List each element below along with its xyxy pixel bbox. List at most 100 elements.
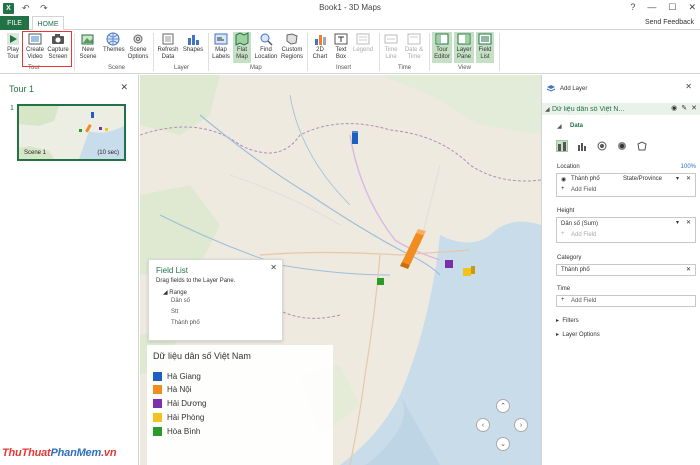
- scene-thumbnail[interactable]: Scene 1 (10 sec): [17, 104, 126, 161]
- window-title: Book1 - 3D Maps: [319, 3, 381, 12]
- plus-icon: +: [561, 186, 565, 192]
- layer-pane-button[interactable]: Layer Pane: [454, 32, 474, 63]
- column-hoa-binh[interactable]: [377, 278, 384, 285]
- bubble-icon[interactable]: [596, 140, 608, 152]
- field-list-range[interactable]: ◢ Range: [163, 289, 187, 296]
- scene-options-button[interactable]: Scene Options: [126, 32, 150, 61]
- add-field-row[interactable]: + Add Field: [557, 229, 695, 240]
- layer-name[interactable]: Dữ liệu dân số Việt N...: [552, 106, 644, 113]
- region-icon[interactable]: [636, 140, 648, 152]
- close-icon[interactable]: ✕: [120, 82, 128, 93]
- field-list-icon: [478, 33, 492, 45]
- remove-field-icon[interactable]: ✕: [686, 219, 691, 226]
- location-type-select[interactable]: State/Province: [623, 176, 662, 182]
- map-legend[interactable]: Dữ liệu dân số Việt Nam Hà Giang Hà Nội …: [147, 345, 333, 465]
- redo-icon[interactable]: ↷: [40, 3, 48, 13]
- delete-icon[interactable]: ✕: [691, 104, 697, 112]
- group-label-insert: Insert: [336, 65, 352, 71]
- 2d-chart-button[interactable]: 2D Chart: [311, 32, 329, 61]
- add-layer-icon: [546, 84, 556, 92]
- text-box-button[interactable]: Text Box: [332, 32, 350, 61]
- highlight-box: [22, 31, 72, 67]
- find-location-button[interactable]: Find Location: [254, 32, 278, 61]
- tab-home[interactable]: HOME: [32, 16, 64, 31]
- date-time-button[interactable]: Date & Time: [403, 32, 425, 61]
- clustered-column-icon[interactable]: [576, 140, 588, 152]
- category-box: Thành phố ✕: [556, 264, 696, 276]
- plus-icon: +: [561, 231, 565, 237]
- edit-icon[interactable]: ✎: [681, 104, 687, 112]
- flat-map-button[interactable]: Flat Map: [233, 32, 251, 63]
- location-percent[interactable]: 100%: [681, 164, 696, 170]
- add-layer-button[interactable]: Add Layer: [546, 81, 596, 96]
- shapes-button[interactable]: Shapes: [182, 32, 204, 54]
- maximize-button[interactable]: ☐: [668, 2, 676, 13]
- close-icon[interactable]: ✕: [270, 263, 277, 272]
- scene-label: Scene 1: [24, 150, 47, 156]
- tab-file[interactable]: FILE: [0, 16, 29, 30]
- remove-field-icon[interactable]: ✕: [686, 175, 691, 182]
- excel-icon: X: [3, 2, 14, 14]
- add-field-row[interactable]: + Add Field: [557, 296, 695, 307]
- rotate-right-button[interactable]: ›: [514, 418, 528, 432]
- column-ha-giang[interactable]: [352, 131, 358, 144]
- undo-icon[interactable]: ↶: [22, 3, 30, 13]
- rotate-left-button[interactable]: ‹: [476, 418, 490, 432]
- column-hai-duong[interactable]: [445, 260, 453, 268]
- location-field-row[interactable]: ◉ Thành phố State/Province ▾ ✕: [557, 174, 695, 185]
- play-tour-button[interactable]: Play Tour: [4, 32, 22, 61]
- legend-button[interactable]: Legend: [353, 32, 373, 54]
- plus-icon: +: [561, 297, 565, 303]
- field-item[interactable]: Dân số: [171, 298, 190, 304]
- pan-down-button[interactable]: ⌄: [496, 437, 510, 451]
- legend-item: Hải Dương: [153, 399, 207, 408]
- stacked-column-icon[interactable]: [556, 140, 568, 152]
- legend-item: Hải Phòng: [153, 413, 204, 422]
- field-list-description: Drag fields to the Layer Pane.: [156, 278, 236, 284]
- close-icon[interactable]: ✕: [685, 82, 692, 91]
- bar-chart-icon: [315, 35, 326, 45]
- chevron-down-icon[interactable]: ▾: [676, 175, 679, 182]
- chevron-down-icon[interactable]: ▾: [676, 219, 679, 226]
- legend-item: Hà Giang: [153, 372, 201, 381]
- layer-pane: Add Layer ✕ ◢ Dữ liệu dân số Việt N... ◉…: [541, 75, 700, 465]
- field-item[interactable]: Stt: [171, 309, 178, 315]
- watermark: ThuThuatPhanMem.vn: [2, 447, 117, 459]
- layer-options-section[interactable]: ▸ Layer Options: [556, 331, 600, 338]
- field-list-button[interactable]: Field List: [476, 32, 494, 63]
- time-line-icon: [384, 34, 398, 44]
- layer-row[interactable]: ◢ Dữ liệu dân số Việt N... ◉ ✎ ✕: [542, 103, 700, 115]
- custom-regions-icon: [286, 33, 298, 45]
- minimize-button[interactable]: —: [647, 2, 656, 13]
- filters-section[interactable]: ▸ Filters: [556, 317, 579, 324]
- legend-swatch: [153, 372, 162, 381]
- field-item[interactable]: Thành phố: [171, 320, 200, 326]
- collapse-icon: ◢: [545, 106, 550, 113]
- group-label-view: View: [458, 65, 471, 71]
- eye-icon[interactable]: ◉: [671, 104, 677, 112]
- group-label-map: Map: [250, 65, 262, 71]
- time-line-button[interactable]: Time Line: [382, 32, 400, 61]
- remove-field-icon[interactable]: ✕: [686, 266, 691, 273]
- globe-icon: [106, 32, 120, 46]
- pan-up-button[interactable]: ⌃: [496, 399, 510, 413]
- heat-map-icon[interactable]: [616, 140, 628, 152]
- map-labels-button[interactable]: Map Labels: [211, 32, 231, 61]
- tour-editor-button[interactable]: Tour Editor: [432, 32, 452, 63]
- add-field-row[interactable]: + Add Field: [557, 185, 695, 196]
- help-icon[interactable]: ?: [630, 2, 635, 13]
- themes-button[interactable]: Themes: [103, 32, 125, 54]
- height-field-row[interactable]: Dân số (Sum) ▾ ✕: [557, 218, 695, 229]
- legend-item: Hà Nội: [153, 385, 191, 394]
- refresh-data-button[interactable]: Refresh Data: [157, 32, 179, 61]
- close-window-button[interactable]: ✕: [688, 2, 696, 13]
- legend-swatch: [153, 413, 162, 422]
- collapse-icon[interactable]: ◢: [557, 123, 562, 130]
- gear-icon: [133, 34, 143, 44]
- new-scene-button[interactable]: New Scene: [79, 32, 97, 61]
- send-feedback-link[interactable]: Send Feedback: [645, 19, 694, 26]
- category-field-row[interactable]: Thành phố ✕: [557, 265, 695, 276]
- legend-title: Dữ liệu dân số Việt Nam: [153, 351, 251, 361]
- radio-icon[interactable]: ◉: [561, 176, 566, 183]
- custom-regions-button[interactable]: Custom Regions: [280, 32, 304, 61]
